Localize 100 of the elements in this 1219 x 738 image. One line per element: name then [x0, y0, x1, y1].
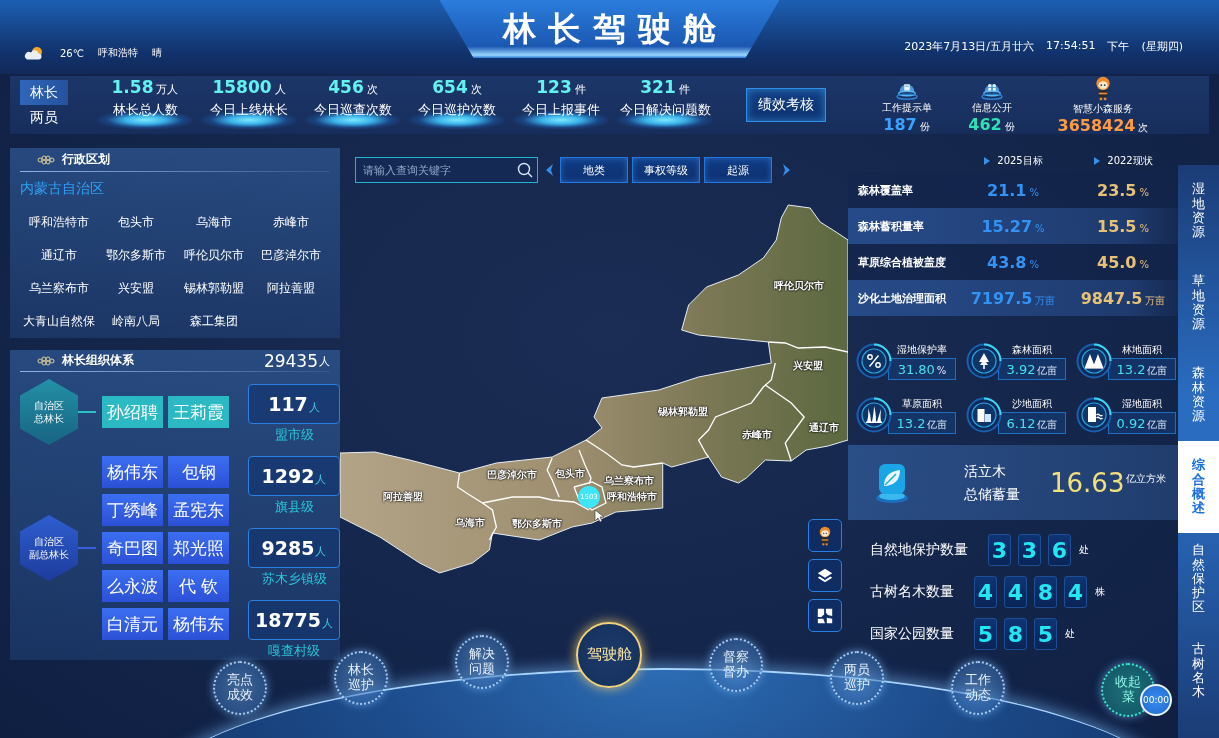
performance-button[interactable]: 绩效考核 — [746, 88, 826, 122]
name-tile[interactable]: 代 钦 — [168, 570, 229, 602]
layers-button[interactable] — [808, 559, 842, 592]
name-tile[interactable]: 杨伟东 — [102, 456, 163, 488]
division-link[interactable]: 呼和浩特市 — [28, 214, 89, 231]
filter-button[interactable]: 地类 — [560, 157, 628, 183]
nav-button[interactable]: 两员 巡护 — [830, 651, 884, 705]
division-link[interactable]: 乌海市 — [195, 214, 232, 231]
unit-label: % — [1035, 222, 1045, 234]
nav-button[interactable]: 林长 巡护 — [334, 651, 388, 705]
nav-button[interactable]: 工作 动态 — [951, 661, 1005, 715]
current-value: 15.5 — [1097, 216, 1137, 236]
search-field[interactable]: 请输入查询关键字 — [355, 157, 538, 183]
target-value: 21.1 — [987, 180, 1027, 200]
grass-icon — [856, 397, 892, 433]
unit-label: 亿亩 — [1147, 417, 1168, 432]
unit-label: 亿亩 — [1037, 417, 1058, 432]
region-label: 锡林郭勒盟 — [658, 405, 709, 420]
name-tile[interactable]: 丁绣峰 — [102, 494, 163, 526]
stat-value: 123 — [536, 77, 572, 97]
region-label: 赤峰市 — [741, 428, 772, 443]
resource-value: 0.92 — [1116, 415, 1146, 431]
division-link[interactable]: 鄂尔多斯市 — [106, 247, 167, 264]
division-link[interactable]: 兴安盟 — [118, 280, 155, 297]
unit-label: 人 — [322, 616, 334, 631]
division-link[interactable]: 巴彦淖尔市 — [261, 247, 322, 264]
building-icon — [1076, 397, 1112, 433]
triangle-icon — [983, 156, 992, 166]
current-value: 9847.5 — [1080, 288, 1143, 308]
division-link[interactable]: 森工集团 — [189, 313, 238, 330]
unit-label: % — [1139, 222, 1149, 234]
stat-value: 654 — [432, 77, 468, 97]
name-tile[interactable]: 包钢 — [168, 456, 229, 488]
region-label: 通辽市 — [809, 420, 840, 435]
storage-value: 16.63 — [1050, 467, 1125, 498]
name-tile[interactable]: 白清元 — [102, 608, 163, 640]
name-tile[interactable]: 郑光照 — [168, 532, 229, 564]
division-link[interactable]: 赤峰市 — [273, 214, 310, 231]
stat-label: 今日解决问题数 — [619, 101, 711, 119]
filter-button[interactable]: 起源 — [704, 157, 772, 183]
region-label: 阿拉善盟 — [383, 490, 423, 505]
toggle-tab[interactable]: 两员 — [20, 105, 68, 130]
division-link[interactable]: 阿拉善盟 — [267, 280, 316, 297]
side-tab[interactable]: 草地资源 — [1178, 257, 1219, 349]
unit-label: 人 — [315, 544, 327, 559]
toggle-tab[interactable]: 林长 — [20, 80, 68, 105]
unit-label: % — [1029, 258, 1039, 270]
role-badge: 自治区 总林长 — [20, 379, 78, 445]
name-tile[interactable]: 奇巴图 — [102, 532, 163, 564]
caret-left-icon — [544, 163, 554, 177]
unit-label: 处 — [1079, 543, 1089, 557]
search-icon[interactable] — [517, 162, 533, 178]
target-value: 43.8 — [987, 252, 1027, 272]
time-text: 17:54:51 — [1046, 39, 1096, 54]
unit-label: 亿亩 — [1037, 363, 1058, 378]
division-link[interactable]: 岭南八局 — [112, 313, 161, 330]
filter-button[interactable]: 事权等级 — [632, 157, 700, 183]
service-value: 187 — [883, 114, 917, 134]
temperature: 26℃ — [60, 47, 84, 59]
division-link[interactable]: 大青山自然保 — [22, 313, 95, 330]
side-tab[interactable]: 湿地资源 — [1178, 165, 1219, 257]
blocks-icon — [966, 397, 1002, 433]
service-label: 工作提示单 — [881, 100, 932, 115]
division-link[interactable]: 乌兰察布市 — [28, 280, 89, 297]
region-label: 兴安盟 — [793, 358, 824, 373]
nav-button[interactable]: 亮点 成效 — [213, 661, 267, 715]
region-label: 乌兰察布市 — [604, 473, 655, 488]
timer-badge[interactable]: 00:00 — [1140, 684, 1172, 716]
side-tab[interactable]: 综合概述 — [1178, 441, 1219, 533]
tiles-button[interactable] — [808, 599, 842, 632]
caret-right-icon — [782, 163, 792, 177]
target-value: 15.27 — [981, 216, 1033, 236]
digit-tile: 8 — [1004, 618, 1027, 650]
level-value: 18775 — [254, 609, 322, 631]
division-link[interactable]: 通辽市 — [40, 247, 77, 264]
side-tab[interactable]: 古树名木 — [1178, 625, 1219, 717]
division-link[interactable]: 包头市 — [118, 214, 155, 231]
division-link[interactable]: 呼伦贝尔市 — [183, 247, 244, 264]
division-link[interactable]: 锡林郭勒盟 — [183, 280, 244, 297]
nav-button[interactable]: 解决 问题 — [455, 635, 509, 689]
stat-value: 321 — [640, 77, 676, 97]
side-tab[interactable]: 森林资源 — [1178, 349, 1219, 441]
name-tile[interactable]: 么永波 — [102, 570, 163, 602]
resource-value: 3.92 — [1006, 361, 1036, 377]
unit-label: 次 — [1138, 120, 1149, 135]
weekday-text: (星期四) — [1141, 39, 1183, 54]
side-tab[interactable]: 自然保护区 — [1178, 533, 1219, 625]
name-tile[interactable]: 杨伟东 — [168, 608, 229, 640]
assistant-button[interactable] — [808, 519, 842, 552]
nav-button[interactable]: 驾驶舱 — [576, 622, 642, 688]
digit-tile: 5 — [974, 618, 997, 650]
nav-button[interactable]: 督察 督办 — [709, 638, 763, 692]
name-tile[interactable]: 孟宪东 — [168, 494, 229, 526]
unit-label: 份 — [1004, 119, 1015, 134]
resource-label: 湿地面积 — [1122, 396, 1162, 411]
indicator-label: 草原综合植被盖度 — [858, 254, 947, 270]
partly-cloudy-icon — [24, 46, 44, 60]
stat-label: 今日上报事件 — [522, 101, 600, 119]
mascot-icon[interactable] — [1093, 75, 1113, 101]
unit-label: 万亩 — [1035, 293, 1056, 308]
